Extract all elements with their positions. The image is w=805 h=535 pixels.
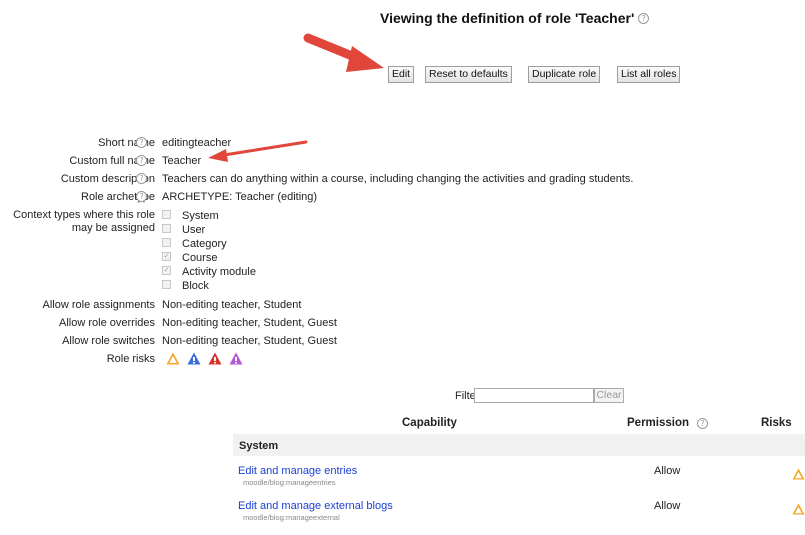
filter-input[interactable] (474, 388, 594, 403)
page-title-text: Viewing the definition of role 'Teacher' (380, 10, 635, 26)
reset-to-defaults-button[interactable]: Reset to defaults (425, 66, 512, 83)
capability-link-manageentries[interactable]: Edit and manage entries (238, 465, 357, 477)
allow-switches-value: Non-editing teacher, Student, Guest (162, 335, 337, 347)
context-category-label: Category (182, 238, 227, 250)
clear-button[interactable]: Clear (594, 388, 624, 403)
role-definition-form (0, 127, 805, 535)
annotation-arrow-edit (303, 33, 384, 72)
allow-switches-label: Allow role switches (62, 335, 155, 347)
section-row-system (233, 434, 805, 456)
context-types-label-2: may be assigned (71, 222, 155, 234)
allow-assignments-label: Allow role assignments (42, 299, 156, 311)
short-name-help-icon[interactable]: ? (136, 137, 147, 148)
config-risk-icon[interactable] (792, 503, 805, 515)
role-risks-label: Role risks (106, 353, 155, 365)
context-system-checkbox[interactable] (162, 210, 171, 219)
full-name-value: Teacher (162, 155, 202, 167)
allow-overrides-label: Allow role overrides (59, 317, 155, 329)
context-course-label: Course (182, 252, 218, 264)
archetype-value: ARCHETYPE: Teacher (editing) (162, 191, 318, 203)
capability-code: moodle/blog:manageentries (243, 478, 336, 487)
capability-header: Capability (402, 417, 457, 429)
context-course-checkbox[interactable]: ✓ (162, 252, 171, 261)
context-types-label: Context types where this role (13, 209, 155, 221)
permission-value: Allow (654, 500, 681, 512)
config-risk-icon[interactable] (792, 468, 805, 480)
xss-risk-icon[interactable] (208, 352, 222, 365)
allow-overrides-value: Non-editing teacher, Student, Guest (162, 317, 337, 329)
capability-code: moodle/blog:manageexternal (243, 513, 340, 522)
section-label-system: System (239, 440, 279, 452)
capability-link-manageexternal[interactable]: Edit and manage external blogs (238, 500, 393, 512)
context-user-label: User (182, 224, 206, 236)
archetype-help-icon[interactable]: ? (136, 191, 147, 202)
help-icon[interactable]: ? (638, 12, 650, 24)
allow-assignments-value: Non-editing teacher, Student (162, 299, 302, 311)
list-all-roles-button[interactable]: List all roles (617, 66, 681, 83)
context-block-checkbox[interactable] (162, 280, 171, 289)
permission-header: Permission (627, 417, 689, 429)
context-category-checkbox[interactable] (162, 238, 171, 247)
duplicate-role-button[interactable]: Duplicate role (528, 66, 601, 83)
permission-help-icon[interactable]: ? (697, 418, 708, 429)
context-activity-module-label: Activity module (182, 266, 256, 278)
context-user-checkbox[interactable] (162, 224, 171, 233)
page-title: Viewing the definition of role 'Teacher'… (380, 10, 710, 26)
annotation-arrow-fullname (208, 140, 308, 162)
config-risk-icon[interactable] (166, 352, 180, 365)
context-system-label: System (182, 210, 219, 222)
risks-header: Risks (761, 417, 792, 429)
personal-risk-icon[interactable] (187, 352, 201, 365)
permission-value: Allow (654, 465, 681, 477)
context-activity-module-checkbox[interactable]: ✓ (162, 266, 171, 275)
context-block-label: Block (182, 280, 209, 292)
edit-button[interactable]: Edit (388, 66, 415, 83)
description-value: Teachers can do anything within a course… (162, 173, 634, 185)
full-name-help-icon[interactable]: ? (136, 155, 147, 166)
description-help-icon[interactable]: ? (136, 173, 147, 184)
dataloss-risk-icon[interactable] (229, 352, 243, 365)
